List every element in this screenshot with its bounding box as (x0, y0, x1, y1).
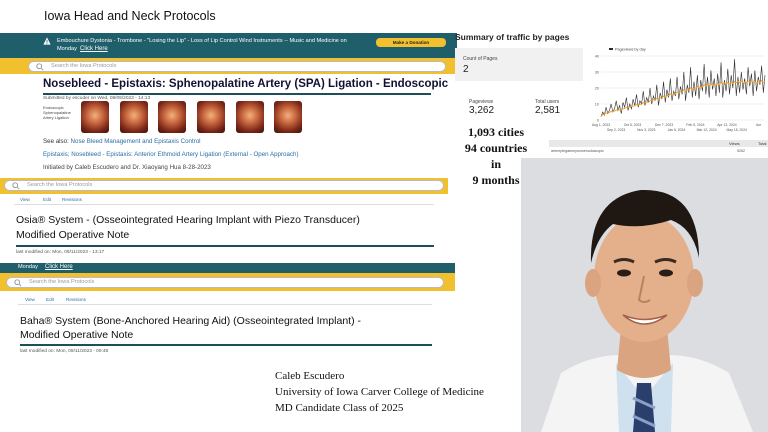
count-value: 2 (463, 64, 469, 75)
count-of-pages-card: Count of Pages 2 (455, 48, 583, 81)
search-icon (12, 182, 20, 190)
last-modified: last modified on: Mon, 09/11/2023 - 09:4… (20, 349, 109, 354)
presenter-school: University of Iowa Carver College of Med… (275, 386, 484, 398)
last-modified: last modified on: Mon, 09/11/2023 - 13:1… (16, 250, 105, 255)
search-placeholder: Search the Iowa Protocols (51, 63, 117, 69)
page-title-line2: Modified Operative Note (20, 329, 134, 341)
search-input[interactable]: Search the Iowa Protocols (4, 180, 444, 191)
gallery-thumbnail[interactable] (236, 101, 264, 133)
donate-button[interactable]: Make a Donation (376, 38, 446, 47)
title-divider (20, 344, 432, 346)
x-tick-label: Mar 12, 2024 (697, 128, 717, 132)
page-title-line2: Modified Operative Note (16, 229, 130, 241)
users-value: 2,581 (535, 105, 561, 116)
page-title-line1: Osia® System - (Osseointegrated Hearing … (16, 214, 360, 226)
announcement-banner: Monday Click Here (0, 263, 455, 273)
y-tick-label: 40 (595, 54, 599, 58)
tab-edit[interactable]: Edit (43, 197, 51, 202)
countries-stat: 94 countries (464, 141, 528, 155)
gallery-thumbnail[interactable] (197, 101, 225, 133)
page-title-line1: Baha® System (Bone-Anchored Hearing Aid)… (20, 315, 361, 327)
y-tick-label: 10 (595, 102, 599, 106)
screenshot-osia: Search the Iowa Protocols View Edit Revi… (0, 178, 448, 272)
cities-stat: 1,093 cities (468, 125, 524, 139)
pageviews-chart: Pageviews by day 0 10 20 30 40 Aug 1, 2023 Oct … (587, 44, 768, 136)
x-tick-label: Feb 5, 2024 (686, 123, 704, 127)
x-tick-label: Aug 1, 2023 (592, 123, 610, 127)
banner-click-here-link[interactable]: Click Here (45, 264, 73, 270)
tab-divider (14, 204, 434, 205)
page-title: Nosebleed - Epistaxis: Sphenopalatine Ar… (43, 78, 449, 90)
x-tick-label: Apr 13, 2024 (717, 123, 737, 127)
tab-view[interactable]: View (20, 197, 30, 202)
see-also-link[interactable]: Nose Bleed Management and Epistaxis Cont… (71, 138, 201, 145)
slide-title: Iowa Head and Neck Protocols (44, 9, 216, 23)
table-cell-page: arterepiegatomysomenodoscopic (551, 149, 604, 153)
total-column-header[interactable]: Total (758, 141, 766, 146)
tab-view[interactable]: View (25, 297, 35, 302)
search-input[interactable]: Search the Iowa Protocols (6, 277, 444, 288)
gallery-thumbnail[interactable] (120, 101, 148, 133)
presenter-name: Caleb Escudero (275, 370, 345, 382)
see-also-prefix: See also: (43, 138, 69, 145)
gallery-caption: Endoscopic Sphenopalatine Artery Ligatio… (43, 105, 71, 120)
related-protocol-link[interactable]: Epistaxis; Nosebleed - Epistaxis: Anteri… (43, 151, 299, 158)
x-tick-label: Nov 3, 2023 (637, 128, 655, 132)
y-tick-label: 20 (595, 86, 599, 90)
views-column-header[interactable]: Views (729, 141, 740, 146)
x-tick-label: Dec 7, 2023 (655, 123, 673, 127)
banner-click-here-link[interactable]: Click Here (80, 46, 108, 52)
y-tick-label: 0 (597, 118, 599, 122)
legend-swatch (609, 48, 613, 50)
y-tick-label: 30 (595, 70, 599, 74)
pageviews-value: 3,262 (469, 105, 495, 116)
x-tick-label: Oct 8, 2023 (624, 123, 642, 127)
table-cell-views: 5262 (737, 149, 745, 153)
initiated-by: Initiated by Caleb Escudero and Dr. Xiao… (43, 164, 211, 171)
see-also: See also: Nose Bleed Management and Epis… (43, 138, 201, 145)
tab-revisions[interactable]: Revisions (66, 297, 86, 302)
banner-text: Monday (18, 264, 38, 270)
search-input[interactable]: Search the Iowa Protocols (28, 61, 446, 72)
x-tick-label: Sep 2, 2023 (607, 128, 625, 132)
table-row: arterepiegatomysomenodoscopic 5262 (549, 148, 768, 155)
presenter-caption: Caleb Escudero University of Iowa Carver… (275, 368, 484, 416)
gallery-thumbnail[interactable] (274, 101, 302, 133)
analytics-title: Summary of traffic by pages (455, 32, 570, 42)
tab-revisions[interactable]: Revisions (62, 197, 82, 202)
gallery-thumbnail[interactable] (81, 101, 109, 133)
chart-svg: Pageviews by day 0 10 20 30 40 Aug 1, 2023 Oct … (592, 48, 766, 132)
x-tick-label: May 15, 2024 (727, 128, 748, 132)
search-icon (14, 279, 22, 287)
search-placeholder: Search the Iowa Protocols (29, 279, 95, 285)
announcement-banner: Embouchure Dystonia - Trombone - "Losing… (0, 33, 457, 58)
portrait-photo (521, 158, 768, 432)
title-divider (43, 93, 431, 95)
screenshot-baha: Monday Click Here Search the Iowa Protoc… (0, 263, 455, 360)
x-tick-label: Jan 6, 2024 (668, 128, 686, 132)
views-table: Views Total arterepiegatomysomenodoscopi… (549, 140, 768, 156)
presenter-class: MD Candidate Class of 2025 (275, 402, 404, 414)
tab-edit[interactable]: Edit (46, 297, 54, 302)
person-illustration (521, 158, 768, 432)
legend-label: Pageviews by day (615, 48, 646, 52)
tab-divider (18, 304, 432, 305)
search-placeholder: Search the Iowa Protocols (27, 182, 93, 188)
x-tick-label: Jun (756, 123, 762, 127)
table-header: Views Total (549, 140, 768, 147)
screenshot-spa-ligation: Embouchure Dystonia - Trombone - "Losing… (0, 33, 457, 181)
count-label: Count of Pages (463, 56, 498, 62)
title-divider (16, 245, 434, 247)
warning-icon (43, 37, 51, 45)
search-icon (36, 63, 44, 71)
gallery-thumbnail[interactable] (158, 101, 186, 133)
